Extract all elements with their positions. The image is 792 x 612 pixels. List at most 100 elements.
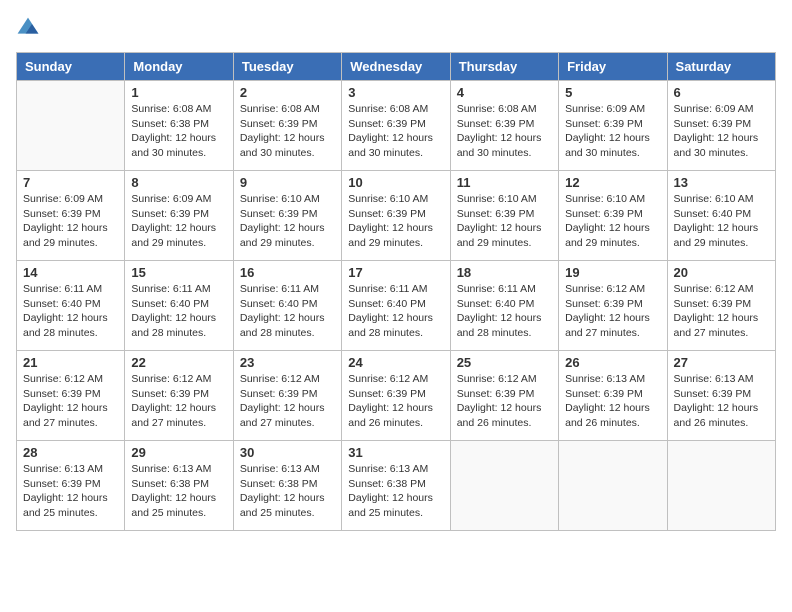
day-number: 8 bbox=[131, 175, 226, 190]
day-number: 26 bbox=[565, 355, 660, 370]
day-info: Sunrise: 6:12 AM Sunset: 6:39 PM Dayligh… bbox=[131, 372, 226, 431]
day-cell: 21 Sunrise: 6:12 AM Sunset: 6:39 PM Dayli… bbox=[17, 351, 125, 441]
day-cell: 23Sunrise: 6:12 AM Sunset: 6:39 PM Dayli… bbox=[233, 351, 341, 441]
day-info: Sunrise: 6:11 AM Sunset: 6:40 PM Dayligh… bbox=[240, 282, 335, 341]
week-row-3: 14 Sunrise: 6:11 AM Sunset: 6:40 PM Dayli… bbox=[17, 261, 776, 351]
calendar-table: SundayMondayTuesdayWednesdayThursdayFrid… bbox=[16, 52, 776, 531]
day-cell: 25Sunrise: 6:12 AM Sunset: 6:39 PM Dayli… bbox=[450, 351, 558, 441]
calendar-header-row: SundayMondayTuesdayWednesdayThursdayFrid… bbox=[17, 53, 776, 81]
day-cell: 6 Sunrise: 6:09 AM Sunset: 6:39 PM Daylig… bbox=[667, 81, 775, 171]
header-cell-tuesday: Tuesday bbox=[233, 53, 341, 81]
day-number: 9 bbox=[240, 175, 335, 190]
day-cell: 22Sunrise: 6:12 AM Sunset: 6:39 PM Dayli… bbox=[125, 351, 233, 441]
day-info: Sunrise: 6:10 AM Sunset: 6:39 PM Dayligh… bbox=[457, 192, 552, 251]
week-row-4: 21 Sunrise: 6:12 AM Sunset: 6:39 PM Dayli… bbox=[17, 351, 776, 441]
day-number: 24 bbox=[348, 355, 443, 370]
day-info: Sunrise: 6:09 AM Sunset: 6:39 PM Dayligh… bbox=[23, 192, 118, 251]
day-info: Sunrise: 6:13 AM Sunset: 6:39 PM Dayligh… bbox=[23, 462, 118, 521]
day-info: Sunrise: 6:10 AM Sunset: 6:39 PM Dayligh… bbox=[348, 192, 443, 251]
week-row-2: 7 Sunrise: 6:09 AM Sunset: 6:39 PM Daylig… bbox=[17, 171, 776, 261]
day-info: Sunrise: 6:08 AM Sunset: 6:39 PM Dayligh… bbox=[457, 102, 552, 161]
day-number: 31 bbox=[348, 445, 443, 460]
day-cell: 10 Sunrise: 6:10 AM Sunset: 6:39 PM Dayli… bbox=[342, 171, 450, 261]
day-cell: 19Sunrise: 6:12 AM Sunset: 6:39 PM Dayli… bbox=[559, 261, 667, 351]
day-info: Sunrise: 6:13 AM Sunset: 6:38 PM Dayligh… bbox=[131, 462, 226, 521]
header-cell-friday: Friday bbox=[559, 53, 667, 81]
logo bbox=[16, 16, 44, 40]
day-cell: 12 Sunrise: 6:10 AM Sunset: 6:39 PM Dayli… bbox=[559, 171, 667, 261]
logo-icon bbox=[16, 16, 40, 40]
calendar-body: 1 Sunrise: 6:08 AM Sunset: 6:38 PM Daylig… bbox=[17, 81, 776, 531]
day-info: Sunrise: 6:12 AM Sunset: 6:39 PM Dayligh… bbox=[565, 282, 660, 341]
day-info: Sunrise: 6:11 AM Sunset: 6:40 PM Dayligh… bbox=[23, 282, 118, 341]
day-info: Sunrise: 6:13 AM Sunset: 6:39 PM Dayligh… bbox=[674, 372, 769, 431]
day-info: Sunrise: 6:11 AM Sunset: 6:40 PM Dayligh… bbox=[348, 282, 443, 341]
day-cell: 17 Sunrise: 6:11 AM Sunset: 6:40 PM Dayli… bbox=[342, 261, 450, 351]
day-cell: 13 Sunrise: 6:10 AM Sunset: 6:40 PM Dayli… bbox=[667, 171, 775, 261]
day-cell: 24 Sunrise: 6:12 AM Sunset: 6:39 PM Dayli… bbox=[342, 351, 450, 441]
day-number: 29 bbox=[131, 445, 226, 460]
day-cell: 11 Sunrise: 6:10 AM Sunset: 6:39 PM Dayli… bbox=[450, 171, 558, 261]
day-number: 5 bbox=[565, 85, 660, 100]
day-cell: 7 Sunrise: 6:09 AM Sunset: 6:39 PM Daylig… bbox=[17, 171, 125, 261]
day-info: Sunrise: 6:12 AM Sunset: 6:39 PM Dayligh… bbox=[674, 282, 769, 341]
day-number: 14 bbox=[23, 265, 118, 280]
day-number: 10 bbox=[348, 175, 443, 190]
header-cell-saturday: Saturday bbox=[667, 53, 775, 81]
day-cell bbox=[17, 81, 125, 171]
day-cell bbox=[667, 441, 775, 531]
day-info: Sunrise: 6:12 AM Sunset: 6:39 PM Dayligh… bbox=[23, 372, 118, 431]
day-cell bbox=[450, 441, 558, 531]
day-number: 17 bbox=[348, 265, 443, 280]
day-number: 20 bbox=[674, 265, 769, 280]
day-info: Sunrise: 6:09 AM Sunset: 6:39 PM Dayligh… bbox=[674, 102, 769, 161]
day-cell: 3Sunrise: 6:08 AM Sunset: 6:39 PM Daylig… bbox=[342, 81, 450, 171]
day-number: 2 bbox=[240, 85, 335, 100]
day-cell: 5 Sunrise: 6:09 AM Sunset: 6:39 PM Daylig… bbox=[559, 81, 667, 171]
day-info: Sunrise: 6:13 AM Sunset: 6:38 PM Dayligh… bbox=[240, 462, 335, 521]
day-info: Sunrise: 6:11 AM Sunset: 6:40 PM Dayligh… bbox=[457, 282, 552, 341]
week-row-5: 28Sunrise: 6:13 AM Sunset: 6:39 PM Dayli… bbox=[17, 441, 776, 531]
day-number: 23 bbox=[240, 355, 335, 370]
day-cell: 26Sunrise: 6:13 AM Sunset: 6:39 PM Dayli… bbox=[559, 351, 667, 441]
page-header bbox=[16, 16, 776, 40]
day-info: Sunrise: 6:08 AM Sunset: 6:39 PM Dayligh… bbox=[240, 102, 335, 161]
day-cell: 28Sunrise: 6:13 AM Sunset: 6:39 PM Dayli… bbox=[17, 441, 125, 531]
day-cell: 8 Sunrise: 6:09 AM Sunset: 6:39 PM Daylig… bbox=[125, 171, 233, 261]
day-cell: 29 Sunrise: 6:13 AM Sunset: 6:38 PM Dayli… bbox=[125, 441, 233, 531]
day-number: 12 bbox=[565, 175, 660, 190]
day-cell: 2 Sunrise: 6:08 AM Sunset: 6:39 PM Daylig… bbox=[233, 81, 341, 171]
day-number: 13 bbox=[674, 175, 769, 190]
header-cell-sunday: Sunday bbox=[17, 53, 125, 81]
day-info: Sunrise: 6:08 AM Sunset: 6:38 PM Dayligh… bbox=[131, 102, 226, 161]
header-cell-wednesday: Wednesday bbox=[342, 53, 450, 81]
day-cell: 31 Sunrise: 6:13 AM Sunset: 6:38 PM Dayli… bbox=[342, 441, 450, 531]
day-number: 7 bbox=[23, 175, 118, 190]
day-info: Sunrise: 6:10 AM Sunset: 6:39 PM Dayligh… bbox=[565, 192, 660, 251]
day-info: Sunrise: 6:09 AM Sunset: 6:39 PM Dayligh… bbox=[131, 192, 226, 251]
day-number: 16 bbox=[240, 265, 335, 280]
day-number: 1 bbox=[131, 85, 226, 100]
day-number: 30 bbox=[240, 445, 335, 460]
day-number: 25 bbox=[457, 355, 552, 370]
day-cell: 18 Sunrise: 6:11 AM Sunset: 6:40 PM Dayli… bbox=[450, 261, 558, 351]
day-cell: 30 Sunrise: 6:13 AM Sunset: 6:38 PM Dayli… bbox=[233, 441, 341, 531]
day-cell: 9Sunrise: 6:10 AM Sunset: 6:39 PM Daylig… bbox=[233, 171, 341, 261]
day-number: 3 bbox=[348, 85, 443, 100]
day-number: 15 bbox=[131, 265, 226, 280]
day-info: Sunrise: 6:12 AM Sunset: 6:39 PM Dayligh… bbox=[348, 372, 443, 431]
day-cell: 14 Sunrise: 6:11 AM Sunset: 6:40 PM Dayli… bbox=[17, 261, 125, 351]
week-row-1: 1 Sunrise: 6:08 AM Sunset: 6:38 PM Daylig… bbox=[17, 81, 776, 171]
day-cell: 20 Sunrise: 6:12 AM Sunset: 6:39 PM Dayli… bbox=[667, 261, 775, 351]
day-info: Sunrise: 6:10 AM Sunset: 6:40 PM Dayligh… bbox=[674, 192, 769, 251]
day-number: 21 bbox=[23, 355, 118, 370]
day-cell bbox=[559, 441, 667, 531]
day-number: 6 bbox=[674, 85, 769, 100]
day-info: Sunrise: 6:09 AM Sunset: 6:39 PM Dayligh… bbox=[565, 102, 660, 161]
day-info: Sunrise: 6:13 AM Sunset: 6:38 PM Dayligh… bbox=[348, 462, 443, 521]
day-number: 18 bbox=[457, 265, 552, 280]
day-number: 11 bbox=[457, 175, 552, 190]
header-cell-thursday: Thursday bbox=[450, 53, 558, 81]
day-cell: 16 Sunrise: 6:11 AM Sunset: 6:40 PM Dayli… bbox=[233, 261, 341, 351]
day-cell: 4Sunrise: 6:08 AM Sunset: 6:39 PM Daylig… bbox=[450, 81, 558, 171]
